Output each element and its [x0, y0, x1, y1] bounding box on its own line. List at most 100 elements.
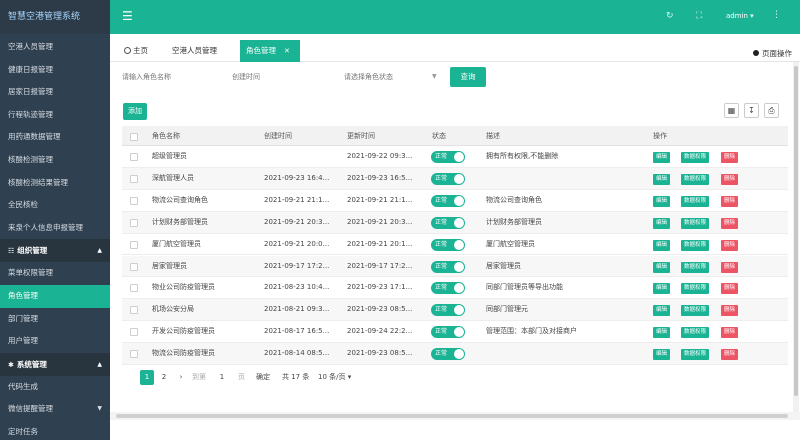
add-button[interactable]: 添加	[123, 103, 147, 120]
search-button[interactable]: 查询	[450, 67, 486, 87]
goto-confirm-button[interactable]: 确定	[256, 370, 270, 385]
row-checkbox[interactable]	[130, 306, 138, 315]
role-name-input[interactable]	[122, 68, 222, 86]
sidebar-item-trajectory[interactable]: 行程轨迹管理	[0, 104, 110, 127]
user-menu[interactable]: admin ▾	[726, 12, 754, 20]
status-select[interactable]	[344, 68, 434, 86]
sidebar-item-mass-test[interactable]: 全民核检	[0, 194, 110, 217]
select-all-checkbox[interactable]	[130, 133, 138, 141]
status-toggle-label: 正常	[435, 350, 448, 358]
row-checkbox[interactable]	[130, 174, 138, 183]
edit-button[interactable]: 编辑	[653, 195, 671, 207]
status-toggle[interactable]: 正常	[431, 282, 465, 295]
scroll-thumb[interactable]	[116, 414, 788, 418]
horizontal-scrollbar[interactable]	[110, 412, 800, 420]
page-operation-menu[interactable]: 页面操作	[753, 48, 792, 59]
data-permission-button[interactable]: 数据权限	[681, 261, 710, 273]
status-toggle[interactable]: 正常	[431, 304, 465, 317]
delete-button[interactable]: 删除	[721, 195, 739, 207]
sidebar-item-health-daily[interactable]: 健康日报管理	[0, 59, 110, 82]
status-toggle[interactable]: 正常	[431, 260, 465, 273]
edit-button[interactable]: 编辑	[653, 239, 671, 251]
delete-button[interactable]: 删除	[721, 349, 739, 361]
sidebar-item-user[interactable]: 用户管理	[0, 330, 110, 353]
sidebar-item-nucleic-test[interactable]: 核酸检测管理	[0, 149, 110, 172]
export-icon[interactable]: ↧	[744, 103, 759, 118]
delete-button[interactable]: 删除	[721, 217, 739, 229]
sidebar-item-declaration[interactable]: 来泉个人信息申报管理	[0, 217, 110, 240]
created-time-input[interactable]	[232, 68, 332, 86]
edit-button[interactable]: 编辑	[653, 305, 671, 317]
delete-button[interactable]: 删除	[721, 173, 739, 185]
status-toggle[interactable]: 正常	[431, 326, 465, 339]
page-2[interactable]: 2	[158, 370, 170, 385]
data-permission-button[interactable]: 数据权限	[681, 349, 710, 361]
fullscreen-icon[interactable]: ⛶	[696, 11, 702, 21]
page-size-select[interactable]: 10 条/页 ▾	[318, 370, 351, 385]
row-checkbox[interactable]	[130, 262, 138, 271]
row-checkbox[interactable]	[130, 240, 138, 249]
edit-button[interactable]: 编辑	[653, 152, 671, 163]
row-checkbox[interactable]	[130, 328, 138, 337]
header-status: 状态	[432, 132, 446, 140]
row-checkbox[interactable]	[130, 196, 138, 205]
data-permission-button[interactable]: 数据权限	[681, 195, 710, 207]
tab-home[interactable]: 主页	[118, 40, 154, 62]
sidebar-item-medication[interactable]: 用药通数据管理	[0, 126, 110, 149]
status-toggle[interactable]: 正常	[431, 194, 465, 207]
row-checkbox[interactable]	[130, 153, 138, 161]
sidebar-group-org[interactable]: ☷ 组织管理 ▲	[0, 239, 110, 263]
columns-icon[interactable]: ▦	[724, 103, 739, 118]
sidebar-item-dept[interactable]: 部门管理	[0, 308, 110, 331]
edit-button[interactable]: 编辑	[653, 173, 671, 185]
edit-button[interactable]: 编辑	[653, 261, 671, 273]
scroll-thumb[interactable]	[794, 66, 798, 396]
goto-input[interactable]: 1	[216, 370, 228, 385]
delete-button[interactable]: 删除	[721, 152, 739, 163]
data-permission-button[interactable]: 数据权限	[681, 305, 710, 317]
sidebar-item-nucleic-result[interactable]: 核酸检测结果管理	[0, 172, 110, 195]
delete-button[interactable]: 删除	[721, 261, 739, 273]
delete-button[interactable]: 删除	[721, 327, 739, 339]
next-page-icon[interactable]: ›	[176, 370, 186, 385]
sidebar-item-wechat[interactable]: 微信提醒管理 ▼	[0, 398, 110, 421]
edit-button[interactable]: 编辑	[653, 217, 671, 229]
page-1[interactable]: 1	[140, 370, 154, 385]
sidebar-item-staff[interactable]: 空港人员管理	[0, 36, 110, 59]
print-icon[interactable]: ⎙	[764, 103, 779, 118]
row-checkbox[interactable]	[130, 350, 138, 359]
edit-button[interactable]: 编辑	[653, 327, 671, 339]
data-permission-button[interactable]: 数据权限	[681, 239, 710, 251]
data-permission-button[interactable]: 数据权限	[681, 152, 710, 163]
table-row: 物业公司防疫管理员 2021-08-23 10:4... 2021-09-23 17…	[122, 277, 788, 300]
delete-button[interactable]: 删除	[721, 283, 739, 295]
row-checkbox[interactable]	[130, 218, 138, 227]
status-toggle[interactable]: 正常	[431, 172, 465, 185]
tab-staff[interactable]: 空港人员管理	[166, 40, 223, 62]
sidebar-item-home-daily[interactable]: 居家日报管理	[0, 81, 110, 104]
data-permission-button[interactable]: 数据权限	[681, 173, 710, 185]
sidebar-item-role[interactable]: 角色管理	[0, 284, 110, 308]
status-toggle[interactable]: 正常	[431, 348, 465, 361]
status-toggle[interactable]: 正常	[431, 216, 465, 229]
data-permission-button[interactable]: 数据权限	[681, 283, 710, 295]
data-permission-button[interactable]: 数据权限	[681, 327, 710, 339]
vertical-scrollbar[interactable]	[793, 62, 799, 412]
status-toggle[interactable]: 正常	[431, 151, 465, 163]
refresh-icon[interactable]: ↻	[666, 11, 674, 21]
edit-button[interactable]: 编辑	[653, 349, 671, 361]
sidebar-group-sys[interactable]: ✱ 系统管理 ▲	[0, 352, 110, 376]
delete-button[interactable]: 删除	[721, 239, 739, 251]
menu-toggle-icon[interactable]: ☰	[122, 10, 133, 22]
close-icon[interactable]: ✕	[284, 47, 290, 55]
sidebar-item-cron[interactable]: 定时任务	[0, 421, 110, 440]
sidebar-item-codegen[interactable]: 代码生成	[0, 376, 110, 399]
edit-button[interactable]: 编辑	[653, 283, 671, 295]
sidebar-item-menu-perm[interactable]: 菜单权限管理	[0, 262, 110, 285]
status-toggle[interactable]: 正常	[431, 238, 465, 251]
delete-button[interactable]: 删除	[721, 305, 739, 317]
tab-role[interactable]: 角色管理 ✕	[240, 40, 300, 62]
data-permission-button[interactable]: 数据权限	[681, 217, 710, 229]
more-icon[interactable]: ⋮	[772, 10, 781, 20]
row-checkbox[interactable]	[130, 284, 138, 293]
